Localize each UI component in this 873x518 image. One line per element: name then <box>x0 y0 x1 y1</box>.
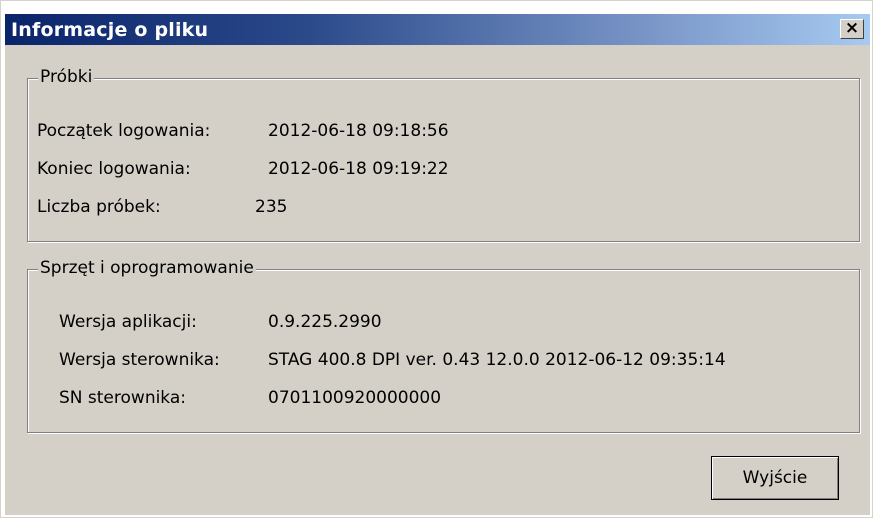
label-sample-count: Liczba próbek: <box>37 197 161 217</box>
value-driver-version: STAG 400.8 DPI ver. 0.43 12.0.0 2012-06-… <box>268 350 726 370</box>
label-app-version: Wersja aplikacji: <box>59 312 197 332</box>
value-log-start: 2012-06-18 09:18:56 <box>268 121 449 141</box>
value-log-end: 2012-06-18 09:19:22 <box>268 159 449 179</box>
close-button[interactable]: × <box>840 19 864 39</box>
title-bar[interactable]: Informacje o pliku × <box>5 14 870 45</box>
hardware-group-label: Sprzęt i oprogramowanie <box>38 258 256 278</box>
value-sample-count: 235 <box>255 197 288 217</box>
samples-group-label: Próbki <box>38 67 95 87</box>
file-info-dialog: Informacje o pliku × Próbki Początek log… <box>0 0 873 518</box>
label-log-end: Koniec logowania: <box>37 159 191 179</box>
label-driver-sn: SN sterownika: <box>59 388 187 408</box>
dialog-body: Próbki Początek logowania: 2012-06-18 09… <box>5 45 870 515</box>
close-icon: × <box>844 18 860 38</box>
value-app-version: 0.9.225.2990 <box>268 312 382 332</box>
value-driver-sn: 0701100920000000 <box>268 388 442 408</box>
label-driver-version: Wersja sterownika: <box>59 350 220 370</box>
exit-button[interactable]: Wyjście <box>711 456 839 500</box>
label-log-start: Początek logowania: <box>37 121 211 141</box>
window-title: Informacje o pliku <box>11 19 209 41</box>
